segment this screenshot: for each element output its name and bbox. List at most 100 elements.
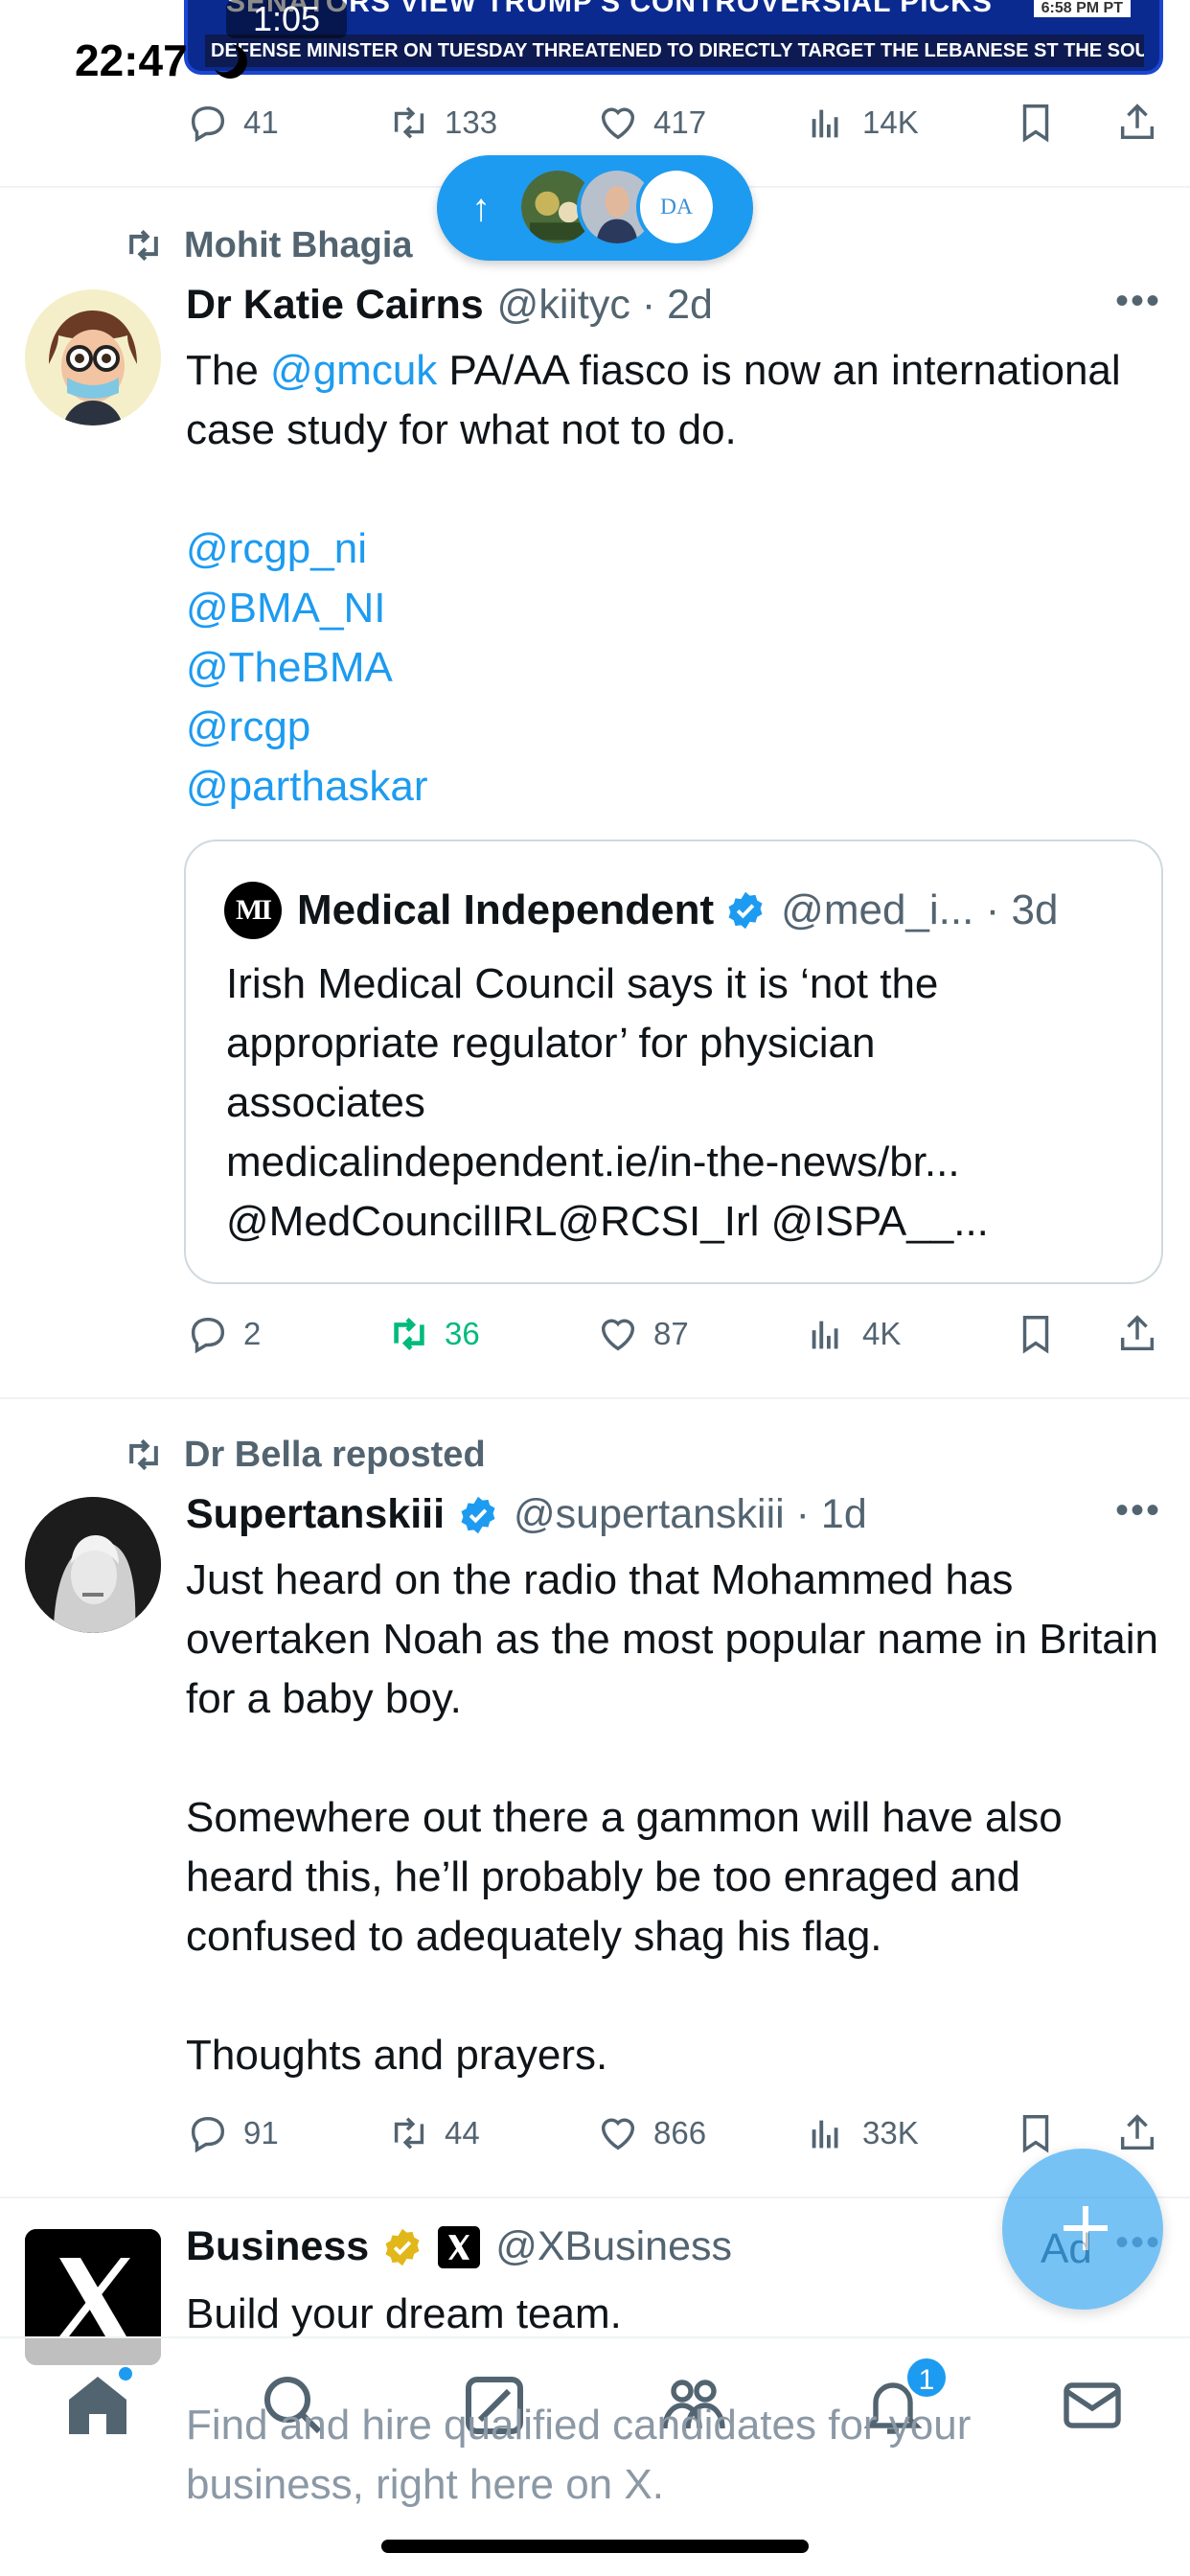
more-options-icon[interactable]: ••• [1115,280,1161,323]
quoted-text: Irish Medical Council says it is ‘not th… [226,954,1146,1252]
repost-count: 36 [445,1316,480,1351]
views-button[interactable]: 33K [805,2104,919,2162]
home-indicator[interactable] [381,2540,809,2553]
like-button[interactable]: 417 [596,94,706,151]
video-elapsed: 1:05 [226,0,347,38]
repost-icon [129,1438,158,1471]
bookmark-button[interactable] [1014,1305,1071,1363]
repost-button[interactable]: 36 [387,1305,480,1363]
reply-button[interactable]: 2 [186,1305,261,1363]
reply-button[interactable]: 41 [186,94,279,151]
bookmark-icon [1022,104,1049,143]
tweet-actions-top: 41 133 417 14K [186,94,1163,151]
tweet-actions: 2 36 87 4K [186,1305,1163,1363]
repost-button[interactable]: 133 [387,94,497,151]
verified-badge-icon [728,891,763,930]
views-button[interactable]: 14K [805,94,919,151]
author-handle[interactable]: @kiityc [497,282,630,329]
share-button[interactable] [1115,1305,1173,1363]
author-name[interactable]: Supertanskiii [186,1491,445,1538]
views-icon [812,1321,838,1349]
reply-count: 91 [243,2115,279,2150]
tweet-header: Dr Katie Cairns @kiityc · 2d [186,282,713,329]
heart-icon [601,1319,635,1351]
bookmark-icon [1022,2115,1049,2153]
mention-link[interactable]: @BMA_NI [186,579,1154,638]
share-button[interactable] [1115,94,1173,151]
repost-attribution[interactable]: Dr Bella reposted [123,1434,486,1476]
reply-icon [191,1317,225,1354]
like-button[interactable]: 87 [596,1305,689,1363]
quoted-header: MI Medical Independent @med_i... · 3d [224,882,1058,939]
quoted-tweet-card[interactable]: MI Medical Independent @med_i... · 3d Ir… [184,840,1163,1284]
repost-by: Mohit Bhagia [184,224,413,265]
status-clock: 22:47 [75,35,188,85]
views-count: 14K [862,104,919,140]
quoted-time: 3d [1011,886,1059,933]
quoted-link[interactable]: medicalindependent.ie/in-the-news/br... [226,1133,1146,1192]
mention-link[interactable]: @rcgp_ni [186,519,1154,579]
x-affiliate-icon [438,2225,481,2268]
mention-link[interactable]: @TheBMA [186,638,1154,698]
mention-link[interactable]: @parthaskar [186,757,1154,816]
tweet-time[interactable]: 2d [667,282,713,329]
reply-count: 41 [243,104,279,140]
quoted-author-name: Medical Independent [297,886,715,933]
dot-separator: · [629,282,668,328]
like-count: 417 [653,104,707,140]
plus-icon [1083,2206,1088,2250]
video-player-overlay[interactable]: SENATORS VIEW TRUMP'S CONTROVERSIAL PICK… [184,0,1163,75]
verified-badge-icon [461,1496,495,1533]
share-icon [1120,104,1155,140]
video-ticker: DEFENSE MINISTER ON TUESDAY THREATENED T… [205,34,1144,67]
avatar-preview: DA [636,167,717,247]
like-button[interactable]: 866 [596,2104,706,2162]
bookmark-icon [1022,1316,1049,1354]
author-handle[interactable]: @supertanskiii [514,1491,785,1538]
repost-button[interactable]: 44 [387,2104,480,2162]
repost-icon [394,2117,424,2150]
quoted-text-line: Irish Medical Council says it is ‘not th… [226,960,939,1007]
repost-icon [394,1318,424,1350]
heart-icon [601,2118,635,2150]
tweet-paragraph: Somewhere out there a gammon will have a… [186,1794,1063,1960]
like-count: 87 [653,1316,689,1351]
heart-icon [601,107,635,140]
reply-icon [191,105,225,143]
divider [0,1397,1190,1399]
mention-link[interactable]: @gmcuk [270,347,437,394]
dot-separator: · [784,1491,821,1537]
share-icon [1120,2114,1155,2150]
views-button[interactable]: 4K [805,1305,901,1363]
author-name[interactable]: Dr Katie Cairns [186,282,484,329]
avatar[interactable] [25,1497,161,1633]
ad-headline: Build your dream team. [186,2290,622,2337]
reply-button[interactable]: 91 [186,2104,279,2162]
more-options-icon[interactable]: ••• [1115,1489,1161,1532]
avatar[interactable] [25,289,161,426]
repost-attribution[interactable]: Mohit Bhagia [123,224,413,266]
quoted-mentions[interactable]: @MedCouncilIRL@RCSI_Irl @ISPA__... [226,1192,1146,1252]
share-button[interactable] [1115,2104,1173,2162]
tweet-text: Just heard on the radio that Mohammed ha… [186,1551,1173,2085]
tweet-time[interactable]: 1d [821,1491,867,1538]
mention-link[interactable]: @rcgp [186,698,1154,757]
tweet-paragraph: Thoughts and prayers. [186,2032,608,2079]
author-name[interactable]: Business [186,2223,369,2270]
dot-separator: · [973,886,1012,933]
profile-photo-icon [25,1497,161,1633]
quoted-text-line: appropriate regulator’ for physician [226,1020,876,1067]
views-icon [812,2120,838,2149]
reply-icon [191,2116,225,2153]
video-timestamp: 6:58 PM PT [1033,0,1131,17]
compose-button[interactable] [1002,2149,1163,2310]
author-handle[interactable]: @XBusiness [495,2223,732,2270]
memoji-avatar-icon [25,289,161,426]
tweet-text: The @gmcuk PA/AA fiasco is now an intern… [186,341,1154,816]
repost-count: 133 [445,104,498,140]
tab-home[interactable] [63,2371,132,2440]
svg-text:DA: DA [660,195,693,219]
bookmark-button[interactable] [1014,94,1071,151]
gold-verified-badge-icon [385,2228,420,2266]
new-posts-pill[interactable]: ↑ DA [437,155,753,261]
